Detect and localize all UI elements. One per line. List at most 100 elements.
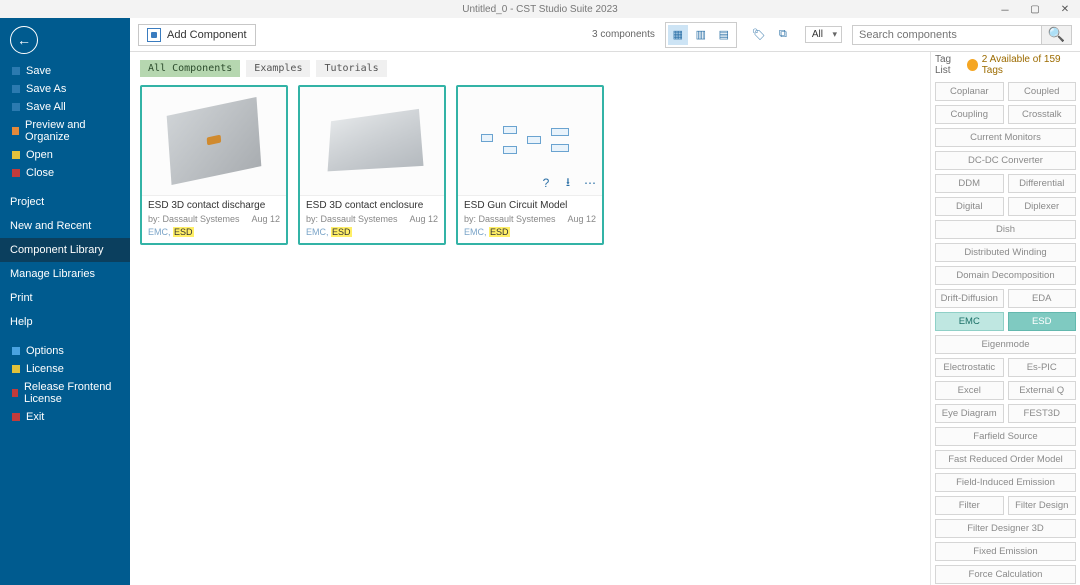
tag-chip-fast-reduced-order-model[interactable]: Fast Reduced Order Model bbox=[935, 450, 1076, 469]
sidebar-item-save-as[interactable]: Save As bbox=[0, 80, 130, 98]
sidebar-item-label: License bbox=[26, 363, 64, 375]
card-date: Aug 12 bbox=[251, 214, 280, 224]
component-icon bbox=[147, 28, 161, 42]
tag-chip-drift-diffusion[interactable]: Drift-Diffusion bbox=[935, 289, 1004, 308]
tag-chip-domain-decomposition[interactable]: Domain Decomposition bbox=[935, 266, 1076, 285]
tag-chip-external-q[interactable]: External Q bbox=[1008, 381, 1077, 400]
sidebar-item-license[interactable]: License bbox=[0, 360, 130, 378]
tag-chip-current-monitors[interactable]: Current Monitors bbox=[935, 128, 1076, 147]
bulk-tool-icon[interactable]: ⧉ bbox=[773, 25, 793, 45]
tag-chip-coupling[interactable]: Coupling bbox=[935, 105, 1004, 124]
sidebar-item-release-frontend-license[interactable]: Release Frontend License bbox=[0, 378, 130, 408]
bullet-icon bbox=[12, 347, 20, 355]
window-maximize[interactable]: ▢ bbox=[1020, 0, 1050, 18]
tag-chip-eigenmode[interactable]: Eigenmode bbox=[935, 335, 1076, 354]
tag-chip-force-calculation[interactable]: Force Calculation bbox=[935, 565, 1076, 584]
tag-panel: Tag List 2 Available of 159 Tags Coplana… bbox=[930, 52, 1080, 585]
tag-chip-distributed-winding[interactable]: Distributed Winding bbox=[935, 243, 1076, 262]
tag-chip-dc-dc-converter[interactable]: DC-DC Converter bbox=[935, 151, 1076, 170]
sidebar-item-label: Save bbox=[26, 65, 51, 77]
sidebar-item-label: Open bbox=[26, 149, 53, 161]
window-minimize[interactable]: － bbox=[990, 0, 1020, 18]
component-card[interactable]: ESD 3D contact enclosure by: Dassault Sy… bbox=[298, 85, 446, 245]
tag-chip-farfield-source[interactable]: Farfield Source bbox=[935, 427, 1076, 446]
view-small-icon[interactable]: ▤ bbox=[714, 25, 734, 45]
tag-chip-esd[interactable]: ESD bbox=[1008, 312, 1077, 331]
bullet-icon bbox=[12, 127, 19, 135]
sidebar: ← Save Save AsSave All Preview and Organiz… bbox=[0, 18, 130, 585]
more-icon[interactable]: ⋯ bbox=[582, 175, 598, 191]
tag-chip-es-pic[interactable]: Es-PIC bbox=[1008, 358, 1077, 377]
tag-chip-dish[interactable]: Dish bbox=[935, 220, 1076, 239]
sidebar-section-help[interactable]: Help bbox=[0, 310, 130, 334]
tab-examples[interactable]: Examples bbox=[246, 60, 310, 77]
sidebar-section-component-library[interactable]: Component Library bbox=[0, 238, 130, 262]
add-component-label: Add Component bbox=[167, 29, 247, 41]
card-date: Aug 12 bbox=[409, 214, 438, 224]
tag-chip-eye-diagram[interactable]: Eye Diagram bbox=[935, 404, 1004, 423]
sidebar-section-new-and-recent[interactable]: New and Recent bbox=[0, 214, 130, 238]
tag-chip-digital[interactable]: Digital bbox=[935, 197, 1004, 216]
bullet-icon bbox=[12, 103, 20, 111]
sidebar-item-label: Close bbox=[26, 167, 54, 179]
tag-chip-ddm[interactable]: DDM bbox=[935, 174, 1004, 193]
tag-chip-differential[interactable]: Differential bbox=[1008, 174, 1077, 193]
tag-chip-field-induced-emission[interactable]: Field-Induced Emission bbox=[935, 473, 1076, 492]
sidebar-item-preview-and-organize[interactable]: Preview and Organize bbox=[0, 116, 130, 146]
window-close[interactable]: ✕ bbox=[1050, 0, 1080, 18]
download-icon[interactable]: ⭳ bbox=[560, 175, 576, 191]
card-date: Aug 12 bbox=[567, 214, 596, 224]
tag-chip-excel[interactable]: Excel bbox=[935, 381, 1004, 400]
sidebar-item-save-all[interactable]: Save All bbox=[0, 98, 130, 116]
sidebar-item-close[interactable]: Close bbox=[0, 164, 130, 182]
component-card[interactable]: ESD 3D contact discharge by: Dassault Sy… bbox=[140, 85, 288, 245]
add-component-button[interactable]: Add Component bbox=[138, 24, 256, 46]
sidebar-item-label: Preview and Organize bbox=[25, 119, 120, 143]
component-card[interactable]: ? ⭳ ⋯ ESD Gun Circuit Model by: Dassault… bbox=[456, 85, 604, 245]
card-title: ESD Gun Circuit Model bbox=[464, 200, 596, 211]
back-button[interactable]: ← bbox=[10, 26, 38, 54]
sidebar-item-options[interactable]: Options bbox=[0, 342, 130, 360]
help-icon[interactable]: ? bbox=[538, 175, 554, 191]
tag-chip-diplexer[interactable]: Diplexer bbox=[1008, 197, 1077, 216]
search-button[interactable]: 🔍 bbox=[1042, 25, 1072, 45]
sidebar-item-open[interactable]: Open bbox=[0, 146, 130, 164]
tag-chip-filter[interactable]: Filter bbox=[935, 496, 1004, 515]
tab-tutorials[interactable]: Tutorials bbox=[316, 60, 386, 77]
view-large-icon[interactable]: ▦ bbox=[668, 25, 688, 45]
sidebar-item-label: Exit bbox=[26, 411, 44, 423]
window-title: Untitled_0 - CST Studio Suite 2023 bbox=[462, 4, 617, 15]
tag-chip-fixed-emission[interactable]: Fixed Emission bbox=[935, 542, 1076, 561]
component-count: 3 components bbox=[592, 29, 655, 40]
tag-chip-filter-designer-3d[interactable]: Filter Designer 3D bbox=[935, 519, 1076, 538]
sidebar-section-manage-libraries[interactable]: Manage Libraries bbox=[0, 262, 130, 286]
bullet-icon bbox=[12, 365, 20, 373]
tag-chip-emc[interactable]: EMC bbox=[935, 312, 1004, 331]
card-author: by: Dassault Systemes bbox=[148, 214, 240, 224]
card-thumbnail: ? ⭳ ⋯ bbox=[458, 87, 602, 195]
sidebar-section-print[interactable]: Print bbox=[0, 286, 130, 310]
tag-chip-coplanar[interactable]: Coplanar bbox=[935, 82, 1004, 101]
tag-chip-crosstalk[interactable]: Crosstalk bbox=[1008, 105, 1077, 124]
sidebar-item-save[interactable]: Save bbox=[0, 62, 130, 80]
card-author: by: Dassault Systemes bbox=[464, 214, 556, 224]
bullet-icon bbox=[12, 169, 20, 177]
card-tags: EMC, ESD bbox=[464, 227, 596, 237]
view-medium-icon[interactable]: ▥ bbox=[691, 25, 711, 45]
reset-tags-icon[interactable] bbox=[967, 59, 978, 71]
tag-chip-coupled[interactable]: Coupled bbox=[1008, 82, 1077, 101]
sidebar-item-label: Options bbox=[26, 345, 64, 357]
sidebar-section-project[interactable]: Project bbox=[0, 190, 130, 214]
tag-chip-fest3d[interactable]: FEST3D bbox=[1008, 404, 1077, 423]
tag-chip-eda[interactable]: EDA bbox=[1008, 289, 1077, 308]
search-input[interactable] bbox=[852, 25, 1042, 45]
scope-filter-value: All bbox=[812, 29, 823, 40]
tag-chip-filter-design[interactable]: Filter Design bbox=[1008, 496, 1077, 515]
card-thumbnail bbox=[142, 87, 286, 195]
tag-chip-electrostatic[interactable]: Electrostatic bbox=[935, 358, 1004, 377]
tag-filter-icon[interactable]: 🏷 bbox=[749, 25, 769, 45]
card-title: ESD 3D contact discharge bbox=[148, 200, 280, 211]
sidebar-item-exit[interactable]: Exit bbox=[0, 408, 130, 426]
tab-all-components[interactable]: All Components bbox=[140, 60, 240, 77]
scope-filter-select[interactable]: All bbox=[805, 26, 842, 43]
